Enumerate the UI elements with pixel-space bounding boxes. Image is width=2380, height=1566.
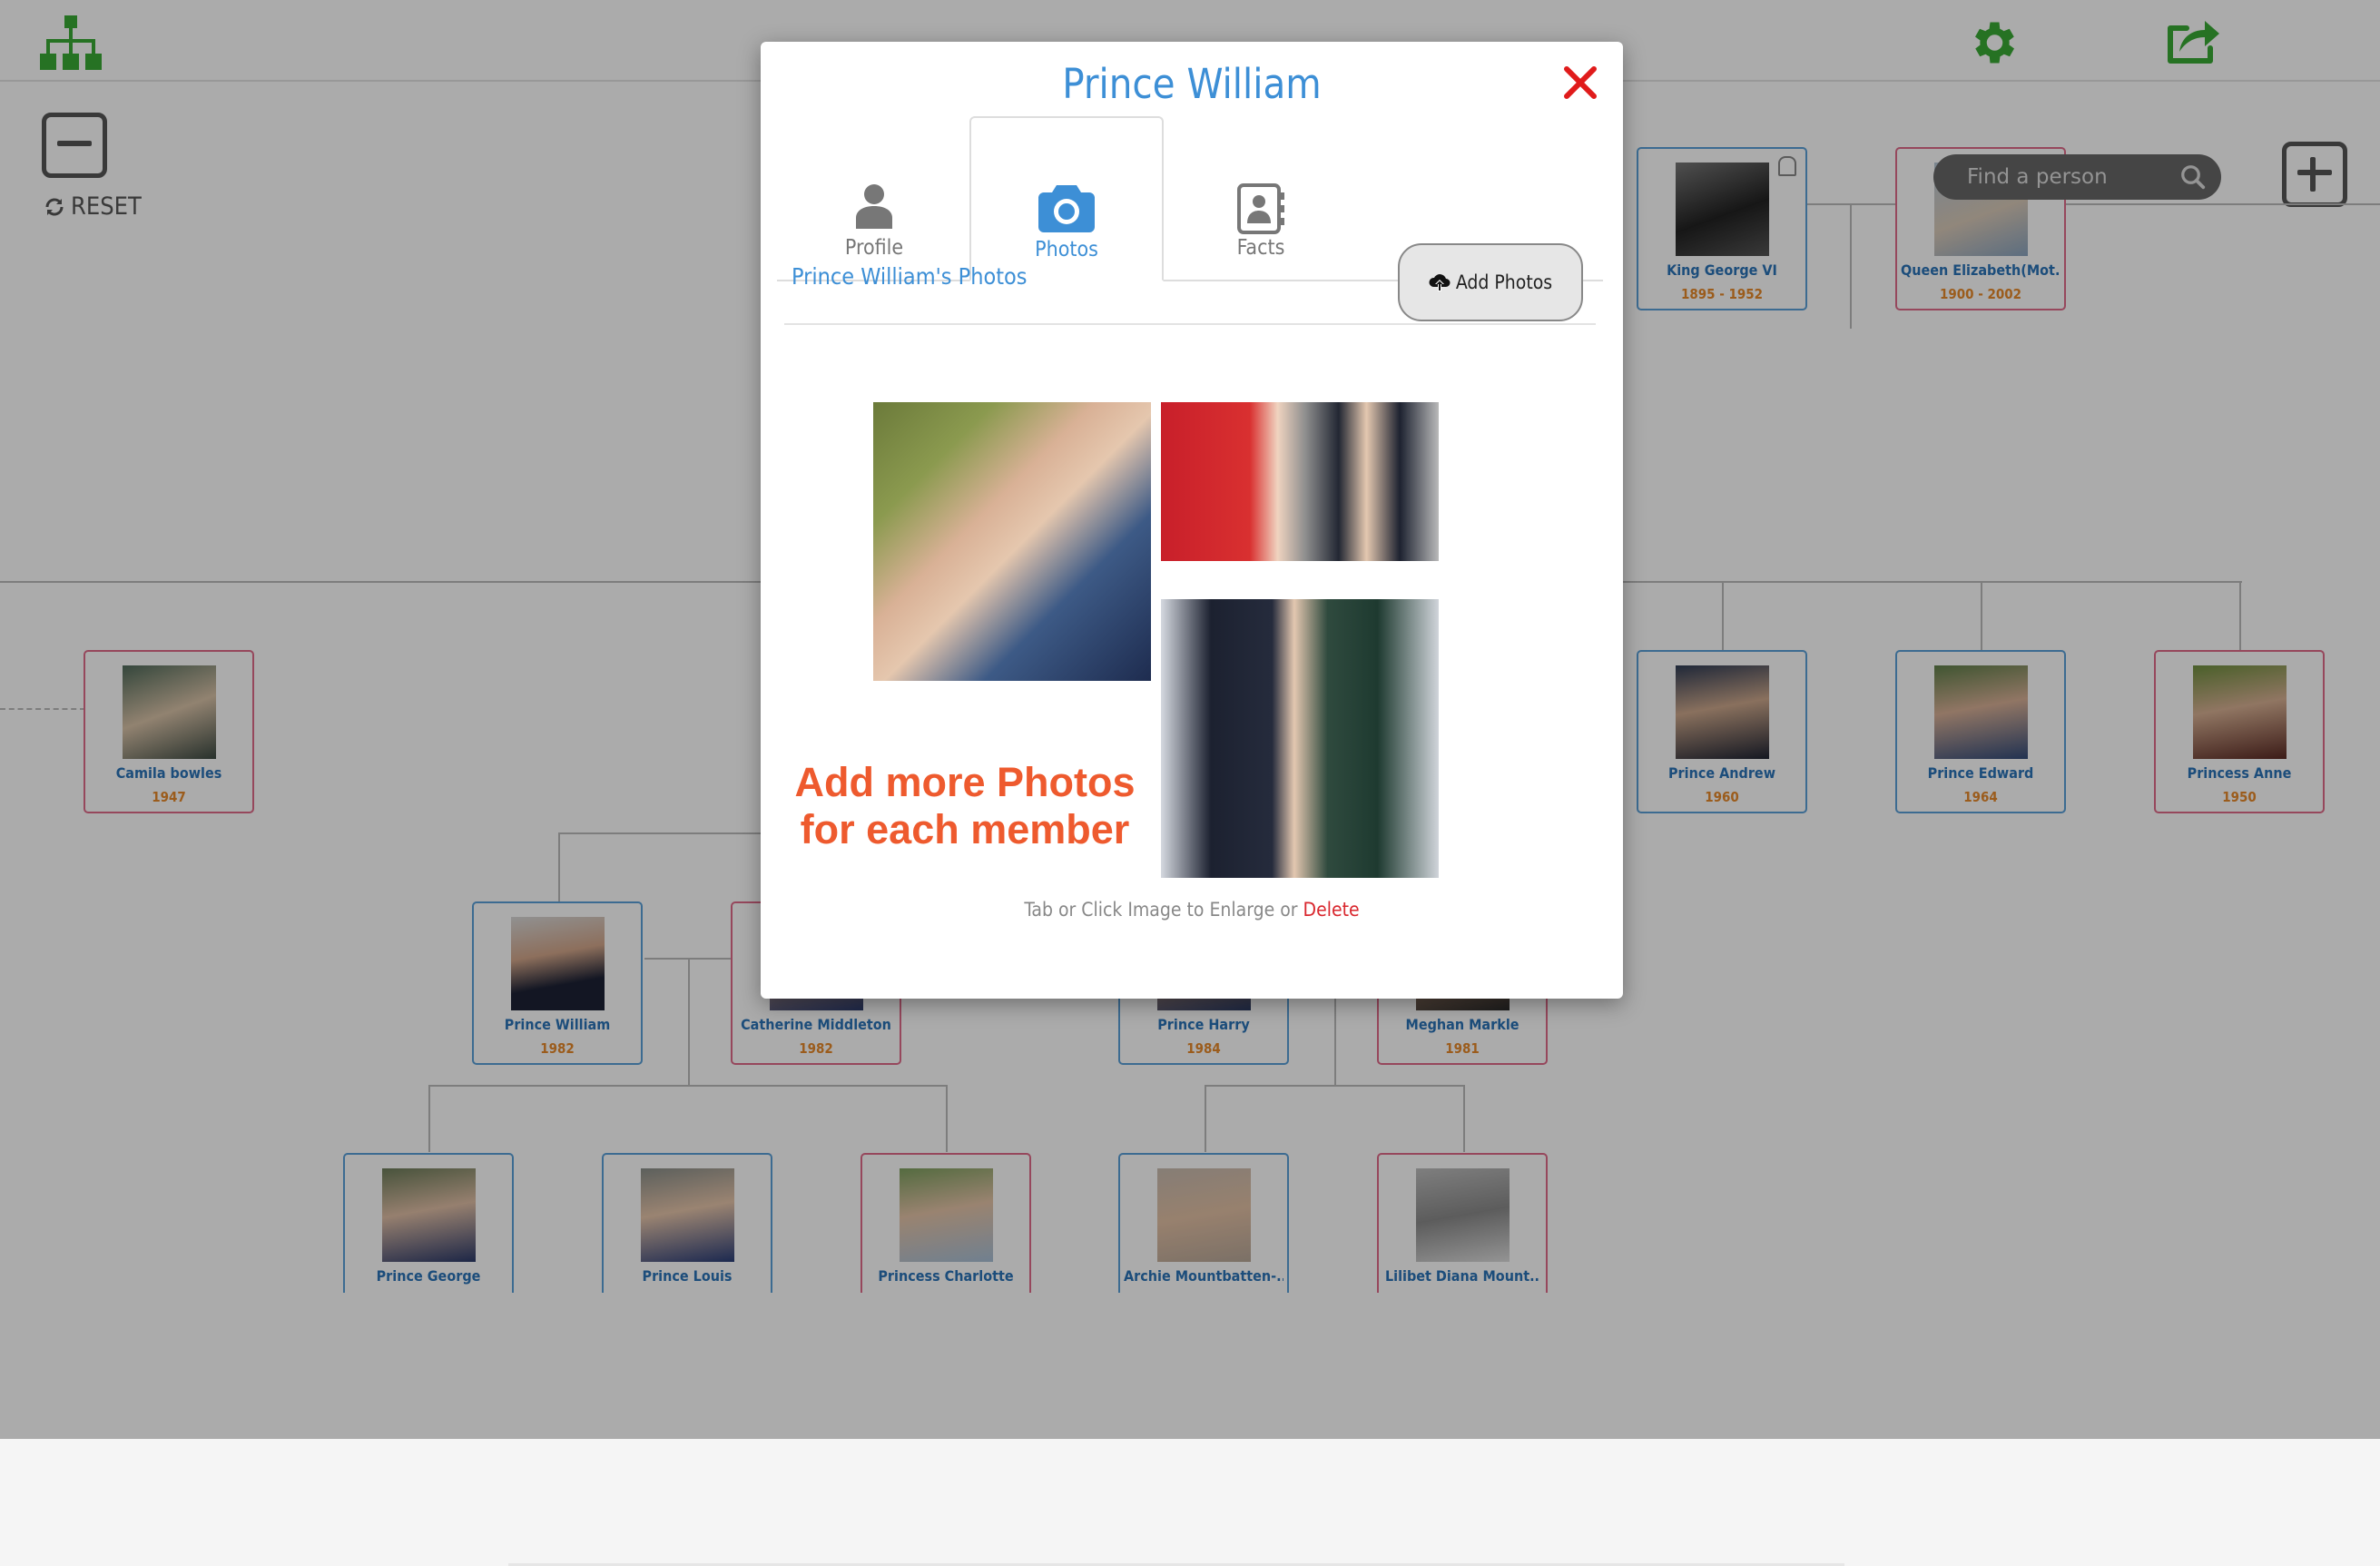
hint-text: Tab or Click Image to Enlarge or (1024, 899, 1298, 921)
photo-thumbnail[interactable] (1161, 402, 1439, 561)
photo-thumbnail[interactable] (873, 402, 1151, 681)
tab-label: Facts (1236, 236, 1285, 260)
address-book-icon (1237, 183, 1284, 234)
photos-heading: Prince William's Photos (792, 263, 1028, 290)
page-footer (0, 1439, 2380, 1566)
tab-profile[interactable]: Profile (777, 116, 971, 280)
promo-line: for each member (800, 806, 1130, 852)
photo-thumbnail[interactable] (1161, 599, 1439, 878)
modal-title: Prince William (1062, 60, 1322, 108)
tab-label: Photos (1035, 238, 1098, 261)
user-icon (856, 184, 892, 229)
tab-label: Profile (844, 236, 904, 260)
person-modal: Prince William Profile Photos Facts Prin… (761, 42, 1623, 999)
tab-photos[interactable]: Photos (969, 116, 1164, 281)
promo-line: Add more Photos (794, 759, 1136, 805)
delete-link[interactable]: Delete (1303, 899, 1360, 921)
divider (784, 323, 1596, 325)
tab-facts[interactable]: Facts (1164, 116, 1358, 280)
photo-hint: Tab or Click Image to Enlarge or Delete (761, 899, 1623, 921)
camera-icon (1038, 185, 1095, 232)
close-icon (1564, 66, 1597, 99)
add-photos-label: Add Photos (1455, 271, 1553, 293)
close-button[interactable] (1563, 65, 1598, 103)
add-photos-button[interactable]: Add Photos (1398, 243, 1583, 321)
upload-icon (1429, 274, 1451, 291)
promo-text: Add more Photos for each member (761, 759, 1169, 853)
